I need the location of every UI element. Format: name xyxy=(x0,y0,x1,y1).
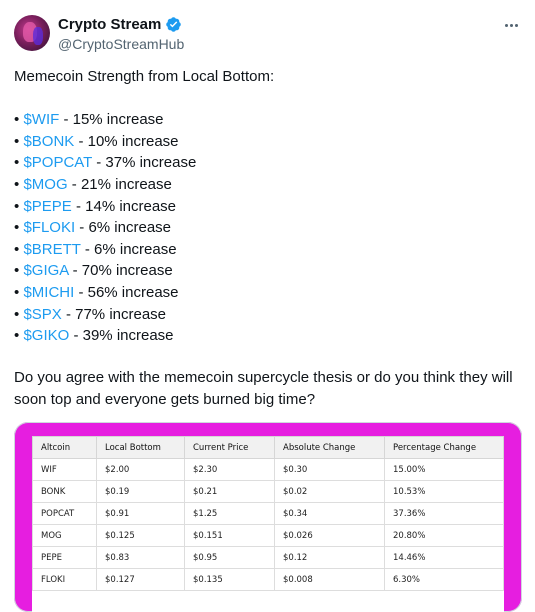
column-header: Percentage Change xyxy=(384,436,504,459)
table-cell: $0.83 xyxy=(96,546,185,569)
table-row: BONK $0.19 $0.21 $0.02 10.53% xyxy=(32,480,504,503)
verified-badge-icon xyxy=(166,17,182,32)
list-item: • $BONK - 10% increase xyxy=(14,132,179,150)
table-cell: PEPE xyxy=(32,546,97,569)
price-table-image: Altcoin Local Bottom Current Price Absol… xyxy=(32,436,504,612)
cashtag-link[interactable]: $POPCAT xyxy=(23,154,92,171)
cashtag-link[interactable]: $BRETT xyxy=(23,241,80,258)
table-row: PEPE $0.83 $0.95 $0.12 14.46% xyxy=(32,546,504,569)
table-cell: $0.02 xyxy=(274,480,385,503)
table-cell: $1.25 xyxy=(184,502,275,525)
table-cell: POPCAT xyxy=(32,502,97,525)
table-header-row: Altcoin Local Bottom Current Price Absol… xyxy=(32,436,504,459)
cashtag-link[interactable]: $MICHI xyxy=(23,284,74,301)
table-cell: $0.21 xyxy=(184,480,275,503)
table-cell: $0.125 xyxy=(96,524,185,547)
column-header: Current Price xyxy=(184,436,275,459)
tweet-question: Do you agree with the memecoin supercycl… xyxy=(14,369,513,408)
table-cell: 10.53% xyxy=(384,480,504,503)
table-cell: 14.46% xyxy=(384,546,504,569)
more-options-icon[interactable] xyxy=(501,16,521,34)
cashtag-link[interactable]: $PEPE xyxy=(23,198,71,215)
list-item: • $MOG - 21% increase xyxy=(14,175,172,193)
table-cell: MOG xyxy=(32,524,97,547)
author-handle[interactable]: @CryptoStreamHub xyxy=(58,36,184,52)
table-cell: 6.30% xyxy=(384,568,504,591)
table-row: FLOKI $0.127 $0.135 $0.008 6.30% xyxy=(32,568,504,591)
cashtag-link[interactable]: $BONK xyxy=(23,133,74,150)
table-row: MOG $0.125 $0.151 $0.026 20.80% xyxy=(32,524,504,547)
memecoin-list: • $WIF - 15% increase • $BONK - 10% incr… xyxy=(14,109,524,347)
table-cell: $0.91 xyxy=(96,502,185,525)
tweet: Crypto Stream @CryptoStreamHub Memecoin … xyxy=(0,0,535,612)
table-cell: $0.19 xyxy=(96,480,185,503)
list-item: • $MICHI - 56% increase xyxy=(14,283,179,301)
table-cell: $0.30 xyxy=(274,458,385,481)
table-cell: 20.80% xyxy=(384,524,504,547)
table-cell: $2.30 xyxy=(184,458,275,481)
table-cell: $0.127 xyxy=(96,568,185,591)
column-header: Absolute Change xyxy=(274,436,385,459)
avatar[interactable] xyxy=(14,15,50,51)
table-cell: $0.12 xyxy=(274,546,385,569)
table-cell: $0.95 xyxy=(184,546,275,569)
table-cell: $0.151 xyxy=(184,524,275,547)
table-cell: $0.135 xyxy=(184,568,275,591)
cashtag-link[interactable]: $MOG xyxy=(23,176,67,193)
list-item: • $BRETT - 6% increase xyxy=(14,240,177,258)
author-name-row: Crypto Stream xyxy=(58,16,182,33)
table-row: WIF $2.00 $2.30 $0.30 15.00% xyxy=(32,458,504,481)
cashtag-link[interactable]: $WIF xyxy=(23,111,59,128)
cashtag-link[interactable]: $GIGA xyxy=(23,262,68,279)
table-cell: WIF xyxy=(32,458,97,481)
table-cell: $0.026 xyxy=(274,524,385,547)
table-cell: 15.00% xyxy=(384,458,504,481)
table-cell: $0.008 xyxy=(274,568,385,591)
table-cell: 37.36% xyxy=(384,502,504,525)
list-item: • $GIKO - 39% increase xyxy=(14,327,174,345)
table-row: POPCAT $0.91 $1.25 $0.34 37.36% xyxy=(32,502,504,525)
table-cell: $2.00 xyxy=(96,458,185,481)
list-item: • $FLOKI - 6% increase xyxy=(14,219,171,237)
tweet-intro: Memecoin Strength from Local Bottom: xyxy=(14,68,275,85)
cashtag-link[interactable]: $FLOKI xyxy=(23,219,75,236)
memecoin-price-table: Altcoin Local Bottom Current Price Absol… xyxy=(32,436,504,591)
list-item: • $GIGA - 70% increase xyxy=(14,262,173,280)
column-header: Altcoin xyxy=(32,436,97,459)
table-cell: $0.34 xyxy=(274,502,385,525)
tweet-text: Memecoin Strength from Local Bottom: • $… xyxy=(14,66,524,347)
list-item: • $WIF - 15% increase xyxy=(14,111,164,129)
cashtag-link[interactable]: $SPX xyxy=(23,306,61,323)
list-item: • $PEPE - 14% increase xyxy=(14,197,177,215)
cashtag-link[interactable]: $GIKO xyxy=(23,327,69,344)
author-display-name[interactable]: Crypto Stream xyxy=(58,16,161,33)
attached-image[interactable]: Altcoin Local Bottom Current Price Absol… xyxy=(14,422,522,612)
list-item: • $POPCAT - 37% increase xyxy=(14,154,197,172)
list-item: • $SPX - 77% increase xyxy=(14,305,167,323)
table-cell: FLOKI xyxy=(32,568,97,591)
table-cell: BONK xyxy=(32,480,97,503)
column-header: Local Bottom xyxy=(96,436,185,459)
